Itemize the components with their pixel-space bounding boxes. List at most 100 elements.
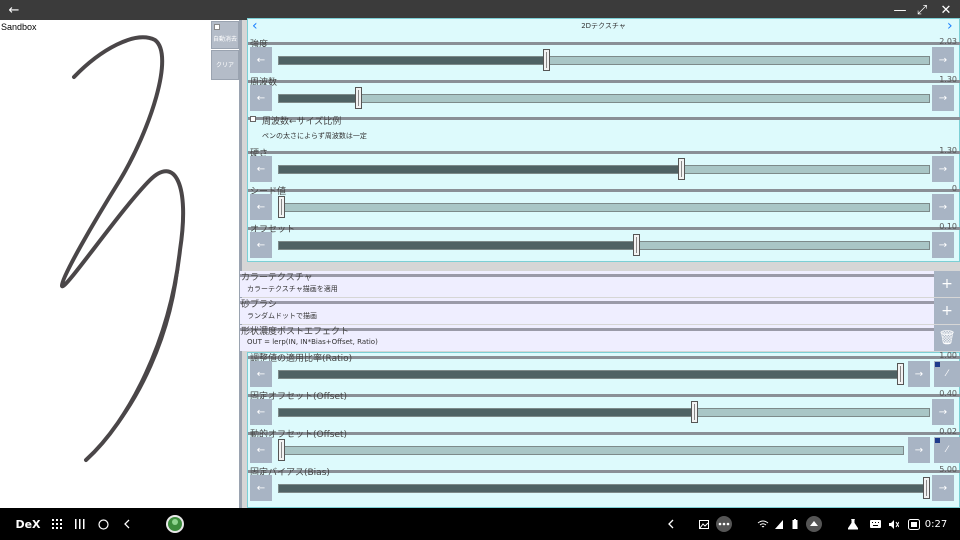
- add-icon[interactable]: +: [934, 298, 960, 324]
- trash-icon[interactable]: 🗑: [934, 325, 960, 351]
- slider-track[interactable]: [278, 203, 930, 212]
- slider-track[interactable]: [278, 370, 904, 379]
- frequency-size-checkbox[interactable]: [250, 116, 256, 122]
- slider-fill: [279, 166, 682, 173]
- home-icon[interactable]: [96, 508, 110, 540]
- prev-arrow-icon[interactable]: ‹: [252, 18, 258, 34]
- mute-icon[interactable]: [886, 508, 900, 540]
- slider-thumb[interactable]: [278, 439, 285, 461]
- add-icon[interactable]: +: [934, 271, 960, 297]
- pen-stroke: [60, 35, 186, 462]
- slider-thumb[interactable]: [632, 234, 640, 256]
- decrement-button[interactable]: ←: [250, 399, 272, 425]
- decrement-button[interactable]: ←: [250, 47, 272, 73]
- slider-thumb[interactable]: [677, 158, 685, 180]
- slider-track[interactable]: [278, 408, 930, 417]
- auto-clear-checkbox[interactable]: [214, 24, 220, 30]
- checkbox-divider: [248, 117, 960, 120]
- curve-glyph: ⁄: [946, 445, 948, 455]
- slider-value: 1.00: [939, 351, 957, 360]
- curve-indicator: [935, 362, 940, 367]
- minimize-icon[interactable]: —: [890, 0, 910, 20]
- increment-button[interactable]: →: [932, 475, 954, 501]
- decrement-button[interactable]: ←: [250, 232, 272, 258]
- slider-thumb[interactable]: [923, 477, 930, 499]
- increment-button[interactable]: →: [932, 194, 954, 220]
- section-label: カラーテクスチャ: [241, 273, 313, 283]
- increment-button[interactable]: →: [932, 399, 954, 425]
- app-icon[interactable]: [164, 508, 186, 540]
- increment-button[interactable]: →: [932, 47, 954, 73]
- frequency-size-desc: ペンの太さによらず周波数は一定: [262, 132, 367, 140]
- screen-capture-icon[interactable]: [906, 508, 922, 540]
- increment-button[interactable]: →: [908, 437, 930, 463]
- slider-fill: [279, 242, 637, 249]
- back-arrow-icon[interactable]: ←: [4, 0, 24, 20]
- slider-track[interactable]: [278, 484, 930, 493]
- clear-button[interactable]: クリア: [211, 50, 239, 80]
- keyboard-icon[interactable]: [868, 508, 882, 540]
- slider-track[interactable]: [278, 446, 904, 455]
- slider-thumb[interactable]: [542, 49, 550, 71]
- curve-edit-icon[interactable]: ⁄: [934, 437, 960, 463]
- slider-value: 1.30: [939, 146, 957, 155]
- slider-track[interactable]: [278, 94, 930, 103]
- decrement-button[interactable]: ←: [250, 361, 272, 387]
- sandbox-canvas[interactable]: Sandbox 自動消去 クリア: [0, 20, 239, 508]
- flask-icon: [846, 508, 860, 540]
- slider-value: 0.40: [939, 389, 957, 398]
- curve-glyph: ⁄: [946, 369, 948, 379]
- next-arrow-icon[interactable]: ›: [947, 18, 953, 34]
- slider-thumb[interactable]: [278, 196, 285, 218]
- auto-clear-toggle[interactable]: 自動消去: [211, 21, 239, 49]
- section-desc: ランダムドットで描画: [247, 312, 317, 320]
- slider-value: 1.30: [939, 75, 957, 84]
- decrement-button[interactable]: ←: [250, 475, 272, 501]
- slider-track[interactable]: [278, 56, 930, 65]
- signal-icon: [774, 508, 784, 540]
- slider-thumb[interactable]: [690, 401, 698, 423]
- section-label: 砂ブラシ: [241, 300, 277, 310]
- slider-thumb[interactable]: [897, 363, 904, 385]
- gallery-icon[interactable]: [696, 508, 712, 540]
- slider-value: 0: [951, 184, 957, 193]
- close-icon[interactable]: ✕: [936, 0, 956, 20]
- panel-divider[interactable]: [239, 20, 242, 508]
- slider-divider: [248, 42, 960, 45]
- auto-clear-label: 自動消去: [212, 36, 237, 43]
- decrement-button[interactable]: ←: [250, 156, 272, 182]
- recents-icon[interactable]: [73, 508, 87, 540]
- section-desc: カラーテクスチャ描画を適用: [247, 285, 338, 293]
- dex-label[interactable]: DeX: [15, 508, 40, 540]
- increment-button[interactable]: →: [932, 156, 954, 182]
- slider-value: 0.10: [939, 222, 957, 231]
- curve-indicator: [935, 438, 940, 443]
- curve-edit-icon[interactable]: ⁄: [934, 361, 960, 387]
- slider-fill: [279, 95, 357, 102]
- decrement-button[interactable]: ←: [250, 85, 272, 111]
- decrement-button[interactable]: ←: [250, 437, 272, 463]
- taskbar: DeX 0:27: [0, 508, 960, 540]
- more-icon[interactable]: [714, 508, 734, 540]
- collapse-arrow-icon[interactable]: [664, 508, 678, 540]
- increment-button[interactable]: →: [932, 232, 954, 258]
- expand-tray-icon[interactable]: [804, 508, 824, 540]
- slider-track[interactable]: [278, 241, 930, 250]
- back-nav-icon[interactable]: [120, 508, 134, 540]
- expand-icon[interactable]: ⤢: [912, 0, 932, 20]
- slider-divider: [248, 356, 960, 359]
- apps-grid-icon[interactable]: [50, 508, 64, 540]
- decrement-button[interactable]: ←: [250, 194, 272, 220]
- texture-2d-header: 2Dテクスチャ ‹ ›: [247, 18, 960, 36]
- increment-button[interactable]: →: [932, 85, 954, 111]
- slider-fill: [279, 57, 546, 64]
- battery-icon: [790, 508, 800, 540]
- frequency-size-label: 周波数←サイズ比例: [262, 117, 342, 127]
- increment-button[interactable]: →: [908, 361, 930, 387]
- section-divider: [240, 301, 934, 304]
- slider-fill: [279, 371, 903, 378]
- slider-divider: [248, 394, 960, 397]
- slider-thumb[interactable]: [355, 87, 363, 109]
- slider-fill: [279, 409, 695, 416]
- slider-track[interactable]: [278, 165, 930, 174]
